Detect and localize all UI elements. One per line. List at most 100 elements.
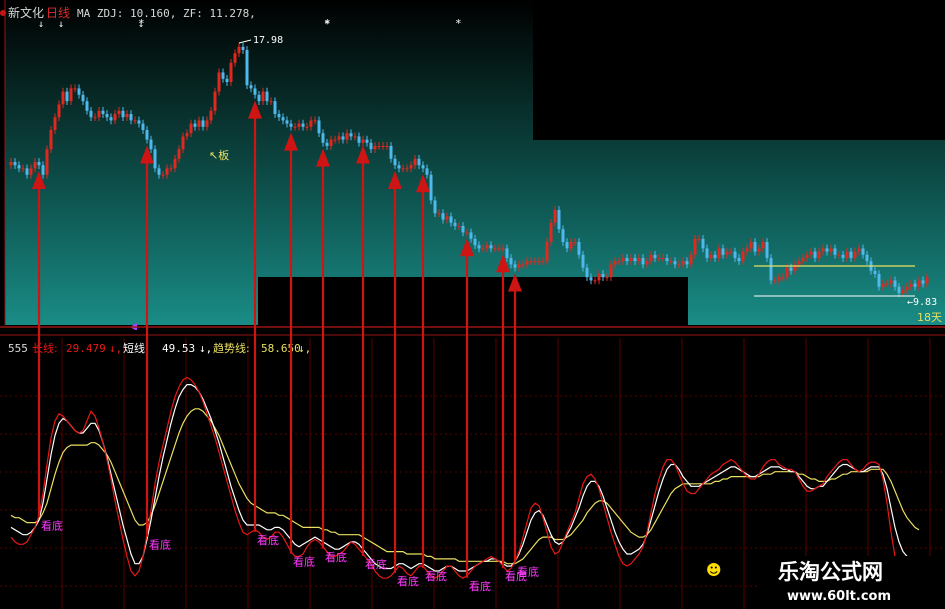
candle-body bbox=[517, 264, 521, 268]
candle-body bbox=[569, 242, 573, 249]
candle-body bbox=[745, 248, 749, 252]
candle-body bbox=[285, 120, 289, 124]
signal-label-8: 看底 bbox=[469, 579, 491, 593]
candle-body bbox=[373, 146, 377, 150]
candle-body bbox=[409, 165, 413, 169]
candle-body bbox=[357, 136, 361, 143]
candle-body bbox=[673, 261, 677, 265]
candle-body bbox=[589, 277, 593, 281]
candle-body bbox=[793, 264, 797, 271]
candle-body bbox=[245, 50, 249, 86]
candle-body bbox=[457, 226, 461, 227]
candle-body bbox=[769, 258, 773, 281]
candle-body bbox=[617, 261, 621, 263]
signal-label-1: 看底 bbox=[149, 538, 171, 552]
signal-label-10: 看底 bbox=[517, 564, 539, 578]
candle-body bbox=[193, 123, 197, 127]
signal-label-2: 看底 bbox=[257, 533, 279, 547]
candle-body bbox=[277, 114, 281, 118]
candle-body bbox=[69, 88, 73, 102]
candle-body bbox=[41, 165, 45, 175]
stock-name: 新文化 bbox=[8, 5, 44, 20]
candle-body bbox=[693, 238, 697, 255]
star-marker-2: * bbox=[455, 17, 462, 30]
candle-body bbox=[889, 280, 893, 284]
candle-body bbox=[441, 213, 445, 220]
candle-body bbox=[697, 238, 701, 240]
candle-body bbox=[369, 142, 373, 150]
candle-body bbox=[93, 117, 97, 119]
candle-body bbox=[333, 139, 337, 141]
candle-body bbox=[89, 110, 93, 118]
candle-body bbox=[353, 136, 357, 138]
candle-body bbox=[109, 117, 113, 121]
candle-body bbox=[57, 104, 61, 118]
candle-body bbox=[557, 210, 561, 230]
candle-body bbox=[133, 120, 137, 122]
candle-body bbox=[713, 254, 717, 258]
candle-body bbox=[477, 245, 481, 249]
candle-body bbox=[485, 245, 489, 249]
candle-body bbox=[657, 258, 661, 259]
candle-body bbox=[325, 142, 329, 146]
candle-body bbox=[777, 277, 781, 281]
candle-body bbox=[25, 168, 29, 175]
candle-body bbox=[701, 238, 705, 249]
candle-body bbox=[717, 248, 721, 258]
candle-body bbox=[465, 232, 469, 234]
candle-body bbox=[61, 91, 65, 105]
candle-body bbox=[865, 254, 869, 262]
candle-body bbox=[549, 222, 553, 242]
candle-body bbox=[81, 94, 85, 102]
star-marker-1: * bbox=[324, 17, 331, 30]
candle-body bbox=[389, 146, 393, 159]
candle-body bbox=[925, 277, 929, 284]
down-arrow-short: ↓, bbox=[199, 342, 212, 355]
candle-body bbox=[829, 248, 833, 252]
candle-body bbox=[341, 136, 345, 140]
candle-body bbox=[305, 126, 309, 128]
candle-body bbox=[49, 130, 53, 150]
candle-body bbox=[185, 133, 189, 137]
watermark-url: www.60lt.com bbox=[787, 589, 891, 604]
candle-body bbox=[385, 146, 389, 147]
candle-body bbox=[301, 123, 305, 127]
candle-body bbox=[149, 139, 153, 150]
candle-body bbox=[637, 258, 641, 262]
candle-body bbox=[541, 261, 545, 263]
trend-value: 58.650 bbox=[261, 342, 301, 355]
candle-body bbox=[117, 110, 121, 114]
candle-body bbox=[377, 146, 381, 147]
candle-body bbox=[665, 258, 669, 262]
candle-body bbox=[877, 274, 881, 287]
candle-body bbox=[225, 78, 229, 82]
candle-body bbox=[685, 261, 689, 265]
candle-body bbox=[289, 123, 293, 127]
candle-body bbox=[845, 251, 849, 258]
candle-body bbox=[881, 283, 885, 287]
candle-body bbox=[737, 258, 741, 262]
candle-body bbox=[469, 232, 473, 239]
period-label: 日线 bbox=[46, 6, 70, 20]
candle-body bbox=[849, 251, 853, 258]
candle-body bbox=[857, 248, 861, 252]
signal-label-3: 看底 bbox=[293, 555, 315, 569]
candle-body bbox=[209, 110, 213, 121]
candle-body bbox=[489, 245, 493, 249]
candle-body bbox=[21, 168, 25, 170]
candle-body bbox=[653, 254, 657, 258]
candle-body bbox=[577, 242, 581, 255]
candle-body bbox=[553, 210, 557, 223]
candle-body bbox=[833, 248, 837, 255]
board-label: ↖板 bbox=[209, 148, 229, 162]
stock-chart[interactable]: 17.98←9.8318天↖板↓ ↓ ↓ ** * * 新文化 日线 MA ZDJ: 10… bbox=[0, 0, 945, 609]
candle-body bbox=[165, 168, 169, 175]
candle-body bbox=[681, 261, 685, 265]
signal-label-7: 看底 bbox=[425, 569, 447, 583]
candle-body bbox=[649, 254, 653, 262]
candle-body bbox=[513, 264, 517, 268]
candle-body bbox=[241, 46, 245, 50]
candle-body bbox=[525, 261, 529, 265]
candle-body bbox=[813, 251, 817, 258]
candle-body bbox=[33, 162, 37, 169]
